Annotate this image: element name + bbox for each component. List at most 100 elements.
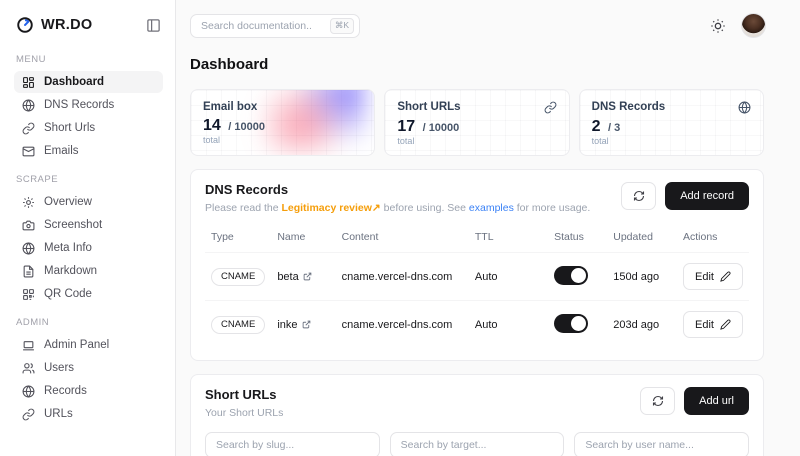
add-record-button[interactable]: Add record — [665, 182, 749, 210]
stat-limit: / 10000 — [228, 121, 265, 133]
sidebar-item-emails[interactable]: Emails — [14, 140, 163, 162]
sidebar-item-label: Screenshot — [44, 219, 102, 231]
sidebar-item-meta-info[interactable]: Meta Info — [14, 237, 163, 259]
users-icon — [22, 362, 35, 375]
stat-card-dns-records: DNS Records 2 / 3 total — [579, 89, 764, 156]
user-avatar[interactable] — [741, 13, 766, 38]
sidebar-item-label: Records — [44, 385, 87, 397]
sidebar-item-urls[interactable]: URLs — [14, 403, 163, 425]
sidebar-item-qr-code[interactable]: QR Code — [14, 283, 163, 305]
short-urls-panel: Short URLs Your Short URLs Add url — [190, 374, 764, 456]
pencil-icon — [720, 271, 731, 282]
edit-label: Edit — [695, 319, 714, 331]
stat-value: 14 — [203, 117, 221, 134]
link-icon — [22, 122, 35, 135]
link-icon — [22, 408, 35, 421]
subtitle-text: before using. See — [381, 202, 469, 214]
edit-button[interactable]: Edit — [683, 263, 743, 290]
sidebar-item-screenshot[interactable]: Screenshot — [14, 214, 163, 236]
dns-panel-title: DNS Records — [205, 182, 590, 197]
dns-records-panel: DNS Records Please read the Legitimacy r… — [190, 169, 764, 361]
camera-icon — [22, 219, 35, 232]
external-link-icon — [302, 320, 311, 329]
globe-icon — [22, 99, 35, 112]
sidebar-item-label: QR Code — [44, 288, 92, 300]
stat-caption: total — [397, 136, 556, 146]
topbar-right — [710, 13, 766, 38]
sidebar-item-label: Admin Panel — [44, 339, 109, 351]
record-name-link[interactable]: inke — [277, 319, 310, 331]
stat-title: Email box — [203, 101, 257, 113]
sidebar-item-users[interactable]: Users — [14, 357, 163, 379]
record-updated: 150d ago — [607, 253, 677, 301]
stat-caption: total — [592, 136, 751, 146]
sidebar-item-label: URLs — [44, 408, 73, 420]
search-box[interactable]: ⌘K — [190, 14, 360, 38]
sidebar-collapse-icon[interactable] — [146, 18, 161, 33]
dns-records-table: Type Name Content TTL Status Updated Act… — [205, 222, 749, 348]
settings-icon — [22, 196, 35, 209]
status-toggle[interactable] — [554, 266, 588, 285]
sidebar-item-label: Dashboard — [44, 76, 104, 88]
col-header-content: Content — [336, 222, 469, 253]
short-urls-subtitle: Your Short URLs — [205, 407, 283, 419]
search-by-target-input[interactable] — [390, 432, 565, 456]
refresh-button[interactable] — [640, 387, 675, 415]
page-content: Dashboard Email box 14 / 10000 total — [176, 46, 800, 456]
stats-row: Email box 14 / 10000 total Short URLs 17 — [190, 89, 764, 156]
search-by-slug-input[interactable] — [205, 432, 380, 456]
refresh-button[interactable] — [621, 182, 656, 210]
main-area: ⌘K Dashboard Email box 14 — [176, 0, 800, 456]
sidebar-section-admin: ADMIN — [16, 317, 161, 328]
refresh-icon — [652, 395, 664, 407]
search-by-user-name-input[interactable] — [574, 432, 749, 456]
record-ttl: Auto — [469, 253, 548, 301]
app-window: WR.DO MENU Dashboard DNS Records Short U… — [0, 0, 800, 456]
sidebar: WR.DO MENU Dashboard DNS Records Short U… — [0, 0, 176, 456]
col-header-updated: Updated — [607, 222, 677, 253]
col-header-ttl: TTL — [469, 222, 548, 253]
sidebar-item-overview[interactable]: Overview — [14, 191, 163, 213]
sidebar-item-label: DNS Records — [44, 99, 114, 111]
sidebar-item-markdown[interactable]: Markdown — [14, 260, 163, 282]
stat-value: 17 — [397, 118, 415, 135]
status-toggle[interactable] — [554, 314, 588, 333]
examples-link[interactable]: examples — [469, 202, 514, 214]
logo-row: WR.DO — [14, 12, 163, 42]
file-text-icon — [22, 265, 35, 278]
record-content: cname.vercel-dns.com — [336, 253, 469, 301]
pencil-icon — [720, 319, 731, 330]
sidebar-item-label: Markdown — [44, 265, 97, 277]
record-type-badge: CNAME — [211, 316, 265, 334]
stat-title: Short URLs — [397, 101, 460, 113]
stat-value: 2 — [592, 118, 601, 135]
dashboard-icon — [22, 76, 35, 89]
record-ttl: Auto — [469, 301, 548, 349]
sidebar-item-records[interactable]: Records — [14, 380, 163, 402]
record-name: inke — [277, 319, 297, 331]
page-title: Dashboard — [190, 56, 764, 73]
laptop-icon — [22, 339, 35, 352]
legitimacy-review-link[interactable]: Legitimacy review↗ — [281, 202, 380, 214]
sidebar-section-menu: MENU — [16, 54, 161, 65]
dns-panel-subtitle: Please read the Legitimacy review↗ befor… — [205, 202, 590, 214]
record-content: cname.vercel-dns.com — [336, 301, 469, 349]
sidebar-item-dashboard[interactable]: Dashboard — [14, 71, 163, 93]
stat-limit: / 3 — [608, 122, 620, 134]
search-input[interactable] — [201, 20, 311, 32]
subtitle-text: Please read the — [205, 202, 281, 214]
sidebar-item-admin-panel[interactable]: Admin Panel — [14, 334, 163, 356]
add-url-button[interactable]: Add url — [684, 387, 749, 415]
record-updated: 203d ago — [607, 301, 677, 349]
sidebar-item-short-urls[interactable]: Short Urls — [14, 117, 163, 139]
sidebar-item-label: Meta Info — [44, 242, 92, 254]
url-filters-row — [205, 432, 749, 456]
edit-label: Edit — [695, 271, 714, 283]
brand-logo-icon — [16, 16, 34, 34]
record-name-link[interactable]: beta — [277, 271, 311, 283]
edit-button[interactable]: Edit — [683, 311, 743, 338]
sidebar-item-dns-records[interactable]: DNS Records — [14, 94, 163, 116]
theme-toggle-sun-icon[interactable] — [710, 18, 726, 34]
sidebar-item-label: Users — [44, 362, 74, 374]
qr-code-icon — [22, 288, 35, 301]
